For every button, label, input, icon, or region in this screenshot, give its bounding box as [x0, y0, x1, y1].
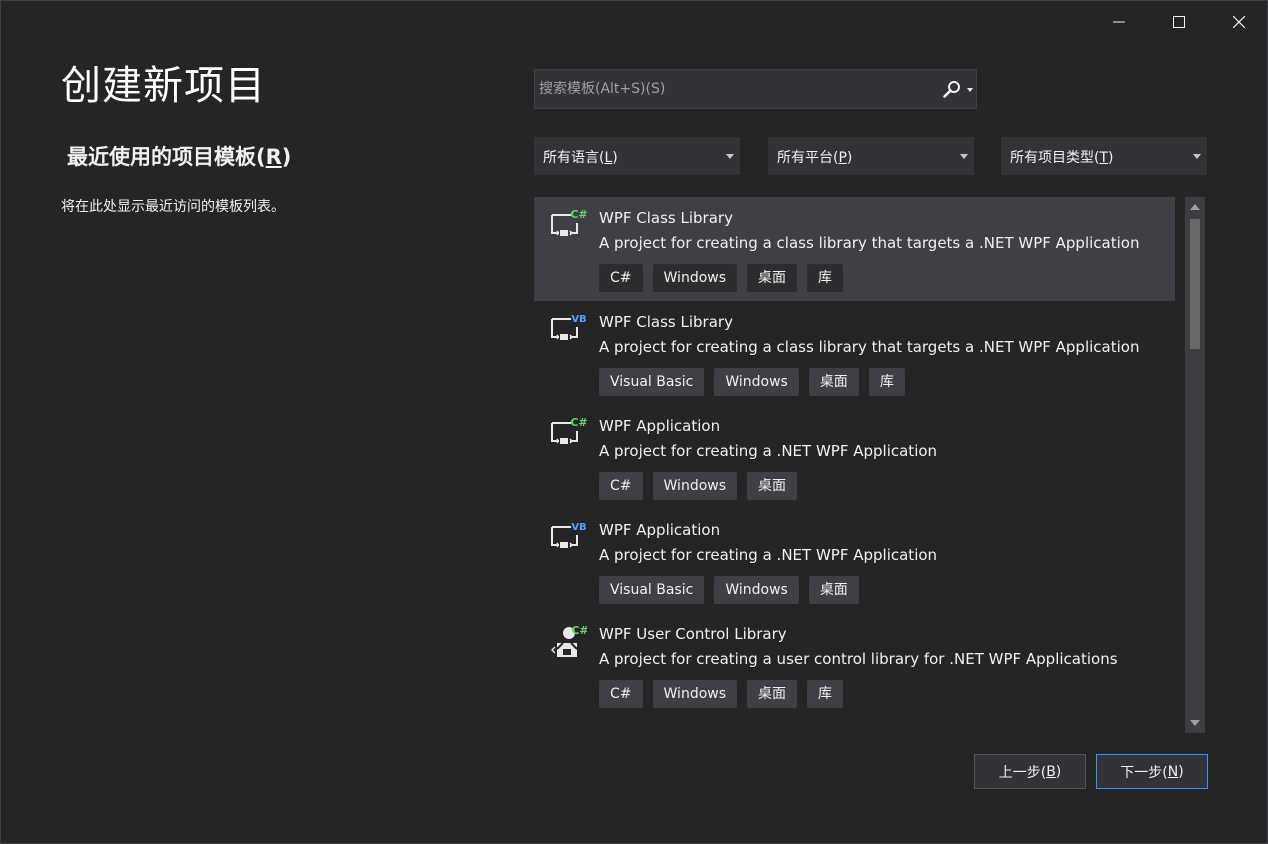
maximize-button[interactable] — [1149, 1, 1209, 43]
template-description: A project for creating a .NET WPF Applic… — [599, 442, 938, 460]
template-list-scrollbar[interactable] — [1185, 197, 1205, 733]
tag-type: 桌面 — [747, 264, 798, 292]
template-name: WPF Class Library — [599, 209, 733, 227]
wpf-app-vb-icon: VB — [551, 522, 587, 548]
page-title: 创建新项目 — [61, 63, 266, 109]
svg-text:VB: VB — [571, 522, 586, 533]
language-filter-label: 所有语言(L) — [543, 150, 618, 166]
template-tags: Visual Basic Windows 桌面 库 — [599, 368, 905, 396]
tag-language: Visual Basic — [599, 368, 705, 396]
project-type-filter-label: 所有项目类型(T) — [1010, 150, 1114, 166]
next-button[interactable]: 下一步(N) — [1096, 754, 1208, 789]
template-tags: C# Windows 桌面 库 — [599, 264, 844, 292]
scroll-up-arrow-icon[interactable] — [1189, 203, 1201, 211]
svg-text:C#: C# — [571, 624, 587, 637]
template-item[interactable]: VB WPF Class Library A project for creat… — [534, 301, 1175, 405]
template-list: C# WPF Class Library A project for creat… — [534, 197, 1175, 733]
template-name: WPF Class Library — [599, 313, 733, 331]
tag-type: 库 — [807, 264, 844, 292]
tag-language: C# — [599, 680, 643, 708]
template-item[interactable]: C# WPF User Control Library A project fo… — [534, 613, 1175, 717]
wpf-app-csharp-icon: C# — [551, 416, 587, 444]
tag-platform: Windows — [714, 368, 799, 396]
chevron-down-icon — [726, 154, 734, 159]
platform-filter-label: 所有平台(P) — [777, 150, 853, 166]
scroll-down-arrow-icon[interactable] — [1189, 719, 1201, 727]
minimize-icon — [1113, 21, 1125, 23]
scrollbar-thumb[interactable] — [1190, 219, 1200, 349]
recent-templates-empty-text: 将在此处显示最近访问的模板列表。 — [61, 199, 285, 215]
template-tags: Visual Basic Windows 桌面 — [599, 576, 859, 604]
create-project-window: 创建新项目 最近使用的项目模板(R) 将在此处显示最近访问的模板列表。 所有语言… — [0, 0, 1268, 844]
tag-type: 库 — [868, 368, 905, 396]
tag-platform: Windows — [652, 264, 738, 292]
chevron-down-icon — [960, 154, 968, 159]
minimize-button[interactable] — [1089, 1, 1149, 43]
template-description: A project for creating a .NET WPF Applic… — [599, 546, 938, 564]
template-name: WPF Application — [599, 417, 721, 435]
tag-platform: Windows — [652, 472, 738, 500]
tag-platform: Windows — [714, 576, 799, 604]
template-name: WPF Application — [599, 521, 721, 539]
svg-text:VB: VB — [571, 314, 586, 325]
language-filter-dropdown[interactable]: 所有语言(L) — [534, 137, 740, 175]
template-name: WPF User Control Library — [599, 625, 787, 643]
template-description: A project for creating a class library t… — [599, 234, 1140, 252]
search-options-dropdown-icon[interactable] — [965, 86, 975, 94]
platform-filter-dropdown[interactable]: 所有平台(P) — [768, 137, 974, 175]
tag-type: 桌面 — [808, 576, 859, 604]
search-input[interactable] — [535, 70, 939, 108]
template-search — [534, 69, 977, 109]
tag-type: 桌面 — [747, 680, 798, 708]
project-type-filter-dropdown[interactable]: 所有项目类型(T) — [1001, 137, 1207, 175]
close-icon — [1233, 16, 1245, 28]
wpf-library-csharp-icon: C# — [551, 208, 587, 236]
recent-templates-heading: 最近使用的项目模板(R) — [67, 145, 292, 169]
tag-type: 桌面 — [808, 368, 859, 396]
tag-type: 库 — [807, 680, 844, 708]
chevron-down-icon — [1193, 154, 1201, 159]
svg-text:C#: C# — [570, 416, 587, 429]
template-description: A project for creating a user control li… — [599, 650, 1118, 668]
close-button[interactable] — [1209, 1, 1268, 43]
svg-text:C#: C# — [570, 208, 587, 221]
template-tags: C# Windows 桌面 — [599, 472, 798, 500]
template-item[interactable]: C# WPF Application A project for creatin… — [534, 405, 1175, 509]
tag-language: C# — [599, 264, 643, 292]
tag-platform: Windows — [652, 680, 738, 708]
wpf-library-vb-icon: VB — [551, 314, 587, 340]
template-tags: C# Windows 桌面 库 — [599, 680, 844, 708]
maximize-icon — [1173, 16, 1185, 28]
tag-type: 桌面 — [747, 472, 798, 500]
template-item[interactable]: C# WPF Class Library A project for creat… — [534, 197, 1175, 301]
back-button[interactable]: 上一步(B) — [974, 754, 1086, 789]
wpf-user-control-csharp-icon: C# — [551, 624, 587, 657]
template-description: A project for creating a class library t… — [599, 338, 1140, 356]
template-item[interactable]: VB WPF Application A project for creatin… — [534, 509, 1175, 613]
tag-language: Visual Basic — [599, 576, 705, 604]
search-icon[interactable] — [941, 79, 963, 101]
tag-language: C# — [599, 472, 643, 500]
